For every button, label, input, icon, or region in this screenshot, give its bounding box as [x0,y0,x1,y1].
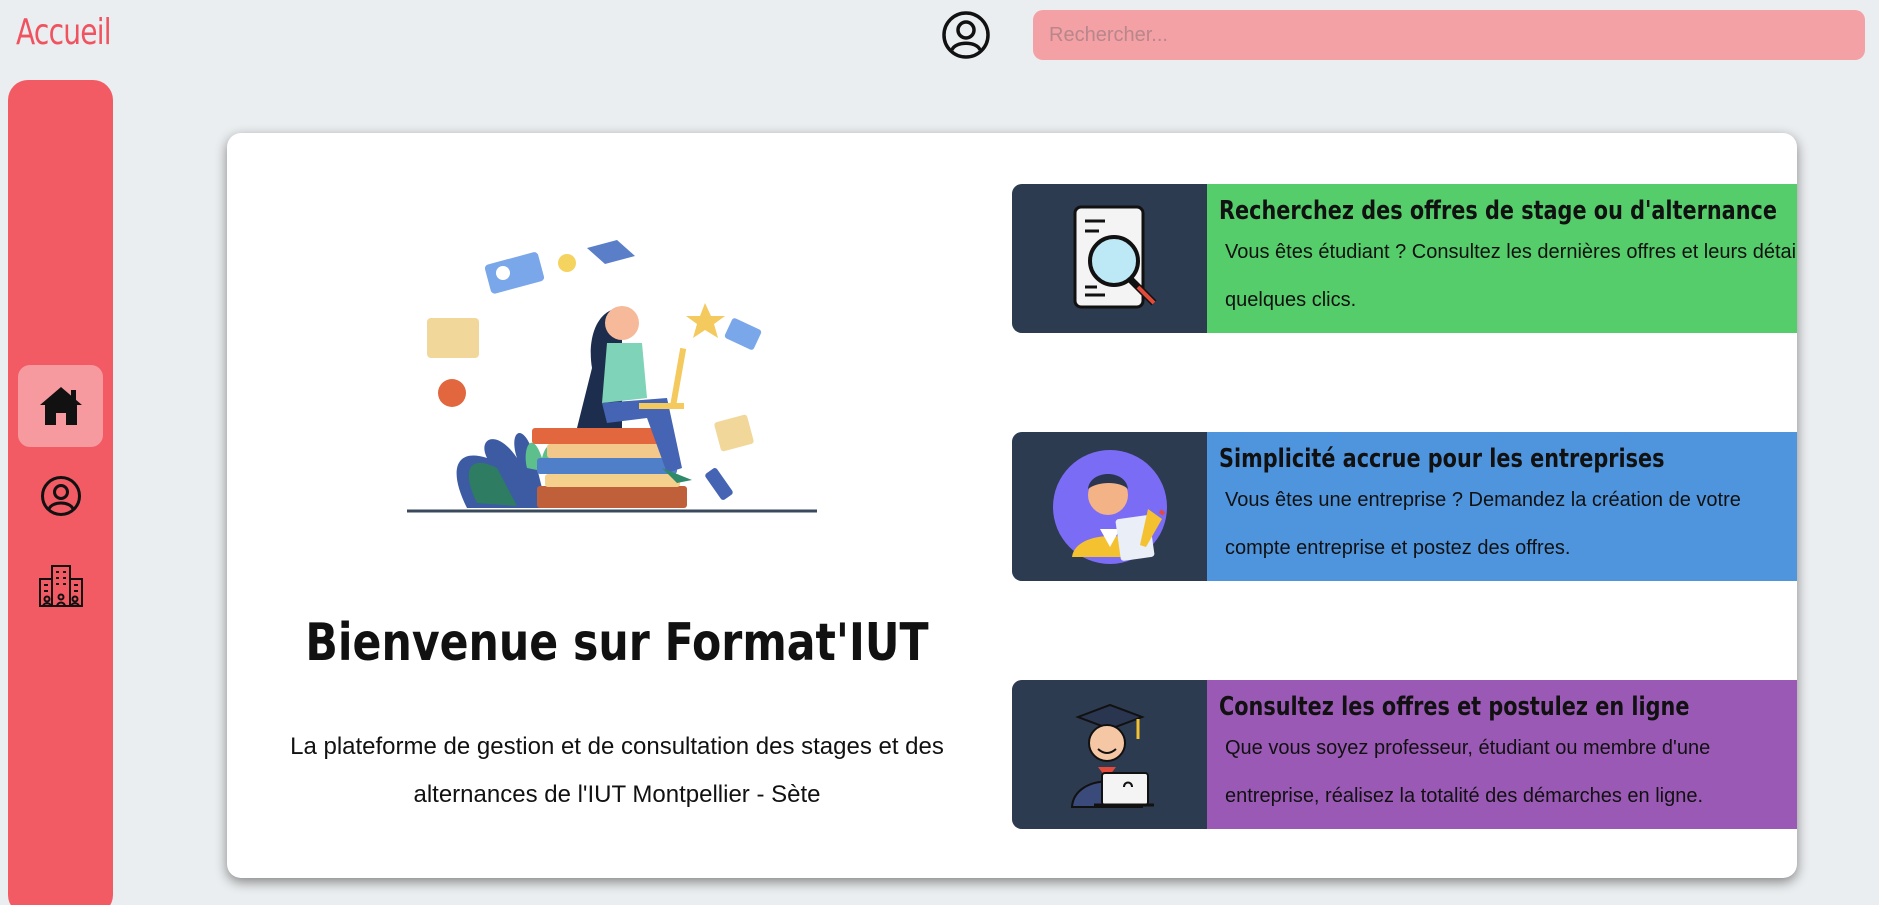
feature-thumb [1012,680,1207,829]
feature-card-apply-online: Consultez les offres et postulez en lign… [1012,680,1797,829]
feature-description: Vous êtes une entreprise ? Demandez la c… [1225,489,1741,559]
home-icon [39,387,82,425]
building-icon [38,565,83,608]
sidebar [8,80,113,905]
feature-description: Que vous soyez professeur, étudiant ou m… [1225,737,1711,807]
graduate-laptop-icon [1070,703,1154,808]
feature-title: Recherchez des offres de stage ou d'alte… [1219,196,1777,226]
welcome-subtitle: La plateforme de gestion et de consultat… [290,733,944,808]
feature-title: Simplicité accrue pour les entreprises [1219,444,1665,474]
search-input[interactable] [1033,10,1865,60]
welcome-title: Bienvenue sur Format'IUT [305,613,929,673]
feature-title: Consultez les offres et postulez en lign… [1219,692,1690,722]
feature-description: Vous êtes étudiant ? Consultez les derni… [1225,241,1797,311]
feature-thumb [1012,184,1207,333]
feature-thumb [1012,432,1207,581]
welcome-card: Bienvenue sur Format'IUT La plateforme d… [227,133,1797,878]
user-circle-icon [942,11,990,59]
feature-card-search-offers: Recherchez des offres de stage ou d'alte… [1012,184,1797,333]
profile-button[interactable] [941,10,991,60]
student-laptop-illustration [407,240,817,513]
businessman-icon [1052,449,1167,564]
sidebar-item-profile[interactable] [18,455,103,537]
document-search-icon [1073,205,1156,308]
sidebar-item-companies[interactable] [18,545,103,627]
user-circle-icon [40,476,81,516]
page-title: Accueil [16,12,112,53]
sidebar-item-home[interactable] [18,365,103,447]
feature-card-companies: Simplicité accrue pour les entreprises V… [1012,432,1797,581]
